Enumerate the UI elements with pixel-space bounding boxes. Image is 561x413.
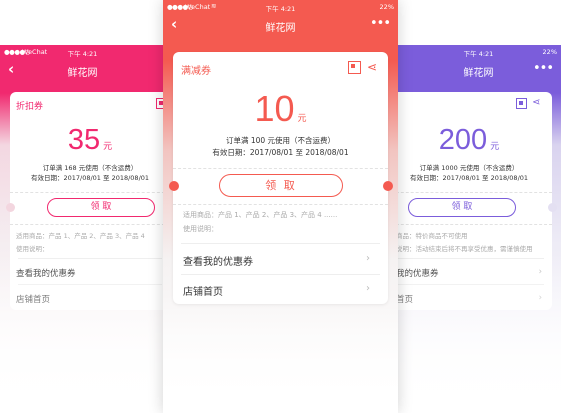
- divider: [396, 224, 552, 225]
- amount-unit: 元: [490, 141, 500, 151]
- applicable-products: 商品：特价商品不可使用: [396, 232, 468, 240]
- claim-button[interactable]: 领 取: [408, 198, 516, 217]
- amount-unit: 元: [297, 113, 307, 123]
- battery-percent: 22%: [379, 3, 394, 11]
- usage-notes: 使用说明：: [183, 225, 218, 233]
- coupon-validity: 有效日期：2017/08/01 至 2018/08/01: [30, 174, 150, 182]
- divider: [396, 192, 552, 193]
- store-home-label: 首页: [396, 295, 414, 305]
- right-phone-screen: 下午 4:21 22% 鲜花网 ••• ⋖ 200 元 订单满 1000 元使用（…: [396, 45, 561, 413]
- share-icon[interactable]: ⋖: [532, 97, 540, 108]
- amount-value: 35: [67, 124, 101, 156]
- coupon-validity: 有效日期：2017/08/01 至 2018/08/01: [409, 174, 529, 182]
- my-coupons-link[interactable]: 我的优惠券 ›: [396, 267, 552, 279]
- coupon-type-label: 满减券: [181, 66, 211, 77]
- chevron-right-icon: ›: [366, 253, 370, 264]
- applicable-products: 适用商品：产品 1、产品 2、产品 3、产品 4 ......: [183, 211, 338, 219]
- status-bar: ●●●●○ WeChat 下午 4:21: [0, 45, 165, 58]
- divider: [10, 192, 165, 193]
- store-home-label: 店铺首页: [183, 287, 223, 298]
- nav-title: 鲜花网: [67, 68, 98, 79]
- coupon-validity: 有效日期：2017/08/01 至 2018/08/01: [212, 148, 349, 157]
- claim-button[interactable]: 领 取: [47, 198, 155, 217]
- status-bar: 下午 4:21 22%: [396, 45, 561, 58]
- center-phone-screen: ●●●●○ WeChat ≋ 下午 4:21 22% ‹ 鲜花网 ••• 满减券…: [163, 0, 398, 413]
- battery-percent: 22%: [542, 48, 557, 56]
- usage-notes: 使用说明：: [16, 245, 49, 253]
- more-options-icon[interactable]: •••: [533, 61, 554, 76]
- status-time: 下午 4:21: [463, 50, 494, 58]
- coupon-card: ⋖ 200 元 订单满 1000 元使用（不含运费） 有效日期：2017/08/0…: [396, 92, 552, 310]
- status-bar: ●●●●○ WeChat ≋ 下午 4:21 22%: [163, 0, 398, 13]
- amount-value: 10: [254, 88, 295, 129]
- coupon-amount: 200 元: [396, 124, 552, 157]
- amount-value: 200: [438, 124, 488, 156]
- store-home-label: 店铺首页: [16, 295, 51, 305]
- divider: [181, 274, 380, 275]
- coupon-card: 满减券 ⋖ 10 元 订单满 100 元使用（不含运费） 有效日期：2017/08…: [173, 52, 388, 304]
- more-options-icon[interactable]: •••: [370, 16, 391, 31]
- divider: [181, 243, 380, 244]
- nav-bar: ‹ 鲜花网 •••: [163, 13, 398, 37]
- claim-button[interactable]: 领 取: [219, 174, 343, 197]
- coupon-card: 折扣券 35 元 订单满 168 元使用（不含运费） 有效日期：2017/08/0…: [10, 92, 165, 310]
- card-notch-left: [169, 181, 179, 191]
- my-coupons-label: 我的优惠券: [396, 269, 439, 279]
- fade-overlay: [163, 293, 398, 413]
- divider: [10, 224, 165, 225]
- card-notch: [6, 203, 15, 212]
- card-notch: [548, 203, 557, 212]
- share-icon[interactable]: ⋖: [367, 60, 377, 74]
- divider: [396, 284, 544, 285]
- nav-bar: 鲜花网 •••: [396, 58, 561, 82]
- divider: [18, 258, 162, 259]
- nav-title: 鲜花网: [265, 23, 296, 34]
- qr-code-icon[interactable]: [348, 61, 361, 74]
- chevron-right-icon: ›: [538, 293, 542, 303]
- applicable-products: 适用商品：产品 1、产品 2、产品 3、产品 4: [16, 232, 145, 240]
- coupon-condition: 订单满 168 元使用（不含运费）: [42, 164, 138, 172]
- coupon-type-label: 折扣券: [16, 102, 44, 112]
- coupon-condition: 订单满 100 元使用（不含运费）: [225, 136, 336, 145]
- divider: [173, 168, 388, 169]
- coupon-amount: 10 元: [173, 88, 388, 130]
- qr-code-icon[interactable]: [516, 98, 527, 109]
- amount-unit: 元: [103, 141, 113, 151]
- status-time: 下午 4:21: [67, 50, 98, 58]
- my-coupons-link[interactable]: 查看我的优惠券 ›: [183, 253, 388, 268]
- store-home-link[interactable]: 首页 ›: [396, 293, 552, 305]
- store-home-link[interactable]: 店铺首页 ›: [183, 283, 388, 298]
- left-phone-screen: ●●●●○ WeChat 下午 4:21 ‹ 鲜花网 折扣券 35 元 订单满 1…: [0, 45, 165, 413]
- my-coupons-link[interactable]: 查看我的优惠券: [16, 267, 165, 279]
- coupon-condition: 订单满 1000 元使用（不含运费）: [419, 164, 519, 172]
- store-home-link[interactable]: 店铺首页: [16, 293, 165, 305]
- chevron-right-icon: ›: [366, 283, 370, 294]
- coupon-amount: 35 元: [10, 124, 165, 157]
- my-coupons-label: 查看我的优惠券: [183, 257, 253, 268]
- divider: [173, 204, 388, 205]
- divider: [18, 284, 162, 285]
- divider: [396, 258, 544, 259]
- usage-notes: 说明：活动结束后将不再享受优惠，需谨慎使用: [396, 245, 533, 253]
- chevron-right-icon: ›: [538, 267, 542, 277]
- my-coupons-label: 查看我的优惠券: [16, 269, 76, 279]
- status-time: 下午 4:21: [265, 5, 296, 13]
- nav-bar: ‹ 鲜花网: [0, 58, 165, 82]
- card-notch-right: [383, 181, 393, 191]
